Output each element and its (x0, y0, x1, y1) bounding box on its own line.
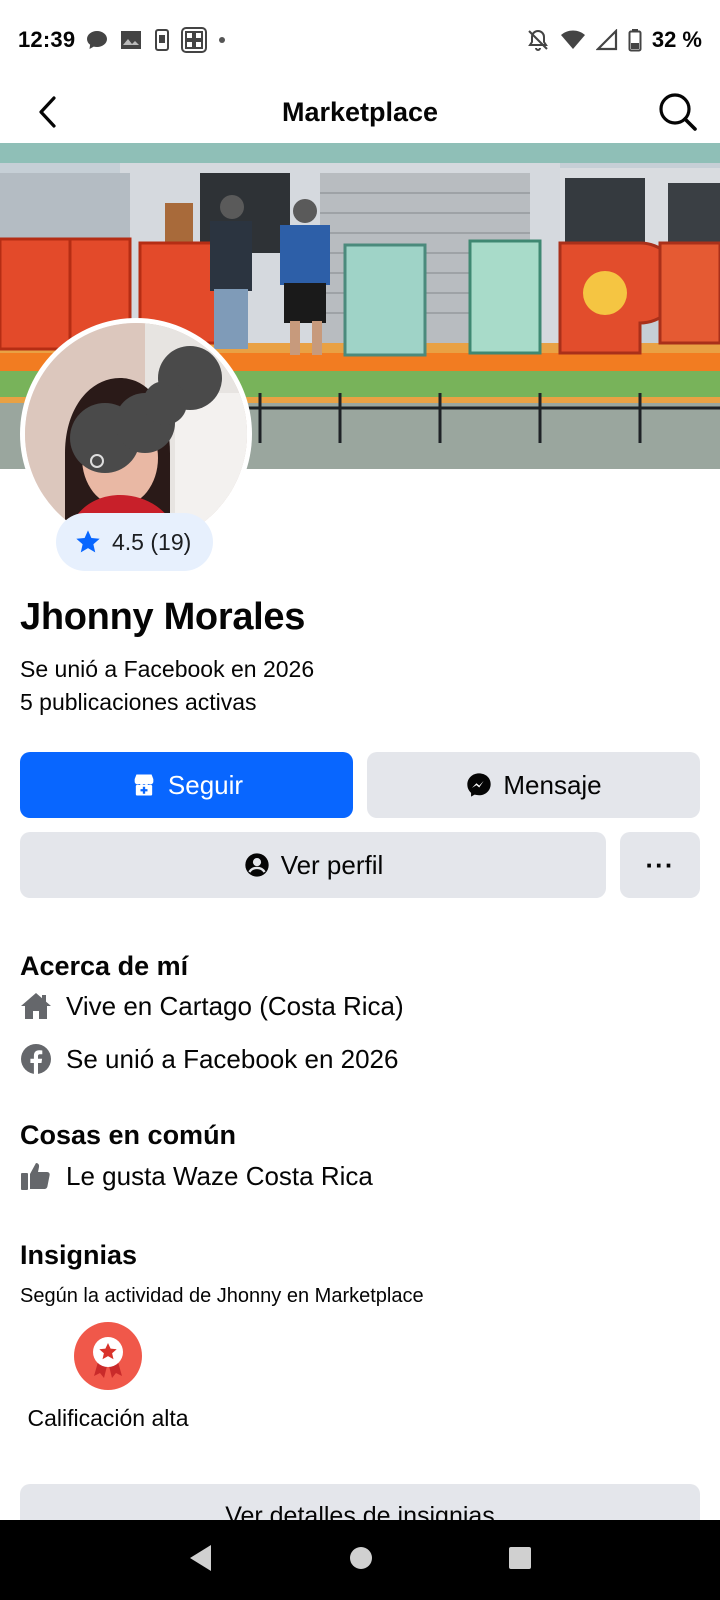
message-button[interactable]: Mensaje (367, 752, 700, 818)
back-button[interactable] (28, 92, 68, 132)
chat-bubble-icon (85, 29, 109, 51)
nav-home-circle-icon[interactable] (348, 1545, 374, 1576)
common-item-like: Le gusta Waze Costa Rica (20, 1160, 373, 1192)
store-plus-icon (134, 774, 154, 796)
more-options-button[interactable]: ··· (620, 832, 700, 898)
badge-label: Calificación alta (27, 1405, 189, 1431)
active-listings-text: 5 publicaciones activas (20, 689, 257, 715)
top-nav: Marketplace (0, 80, 720, 144)
page-title: Marketplace (281, 96, 439, 127)
messenger-icon (467, 773, 492, 797)
gallery-icon (119, 28, 143, 52)
about-joined-text: Se unió a Facebook en 2026 (66, 1043, 399, 1074)
about-location-text: Vive en Cartago (Costa Rica) (66, 990, 404, 1021)
facebook-icon (20, 1043, 52, 1075)
profile-name: Jhonny Morales (20, 596, 306, 638)
common-like-text: Le gusta Waze Costa Rica (66, 1160, 373, 1191)
about-title: Acerca de mí (20, 951, 189, 981)
battery-icon (628, 28, 642, 52)
search-icon (659, 93, 697, 131)
rating-badge[interactable]: 4.5 (19) (56, 513, 214, 571)
star-medal-icon (74, 1322, 142, 1390)
rating-text: 4.5 (19) (112, 528, 192, 555)
notification-dot-icon (217, 35, 227, 45)
badges-subtitle: Según la actividad de Jhonny en Marketpl… (20, 1285, 424, 1307)
bell-off-icon (526, 28, 550, 52)
status-bar: 12:39 32 % (0, 0, 720, 80)
follow-label: Seguir (167, 769, 244, 800)
grid-app-icon (181, 27, 208, 53)
common-title: Cosas en común (20, 1120, 237, 1150)
badge-high-rating[interactable]: Calificación alta (27, 1322, 189, 1435)
battery-percent: 32 % (651, 27, 702, 52)
thumbs-up-icon (20, 1160, 52, 1192)
about-item-joined: Se unió a Facebook en 2026 (20, 1043, 398, 1075)
status-right: 32 % (526, 27, 702, 53)
avatar-photo (25, 323, 247, 545)
user-circle-icon (245, 853, 269, 877)
home-icon (20, 990, 52, 1022)
system-nav-bar (0, 1520, 720, 1600)
view-profile-button[interactable]: Ver perfil (20, 832, 606, 898)
follow-button[interactable]: Seguir (20, 752, 353, 818)
signal-icon (595, 29, 618, 51)
view-profile-label: Ver perfil (280, 849, 384, 880)
message-label: Mensaje (503, 769, 602, 800)
phone-icon (153, 28, 171, 52)
nav-recents-square-icon[interactable] (507, 1545, 533, 1576)
status-left: 12:39 (18, 27, 227, 53)
about-item-location: Vive en Cartago (Costa Rica) (20, 990, 404, 1022)
star-icon (76, 530, 100, 553)
joined-text: Se unió a Facebook en 2026 (20, 656, 315, 682)
wifi-icon (560, 29, 586, 51)
nav-back-triangle-icon[interactable] (187, 1543, 215, 1578)
badges-title: Insignias (20, 1240, 138, 1270)
back-arrow-icon (39, 96, 56, 128)
status-time: 12:39 (18, 27, 76, 52)
search-button[interactable] (654, 88, 702, 136)
more-options-icon: ··· (645, 849, 675, 880)
